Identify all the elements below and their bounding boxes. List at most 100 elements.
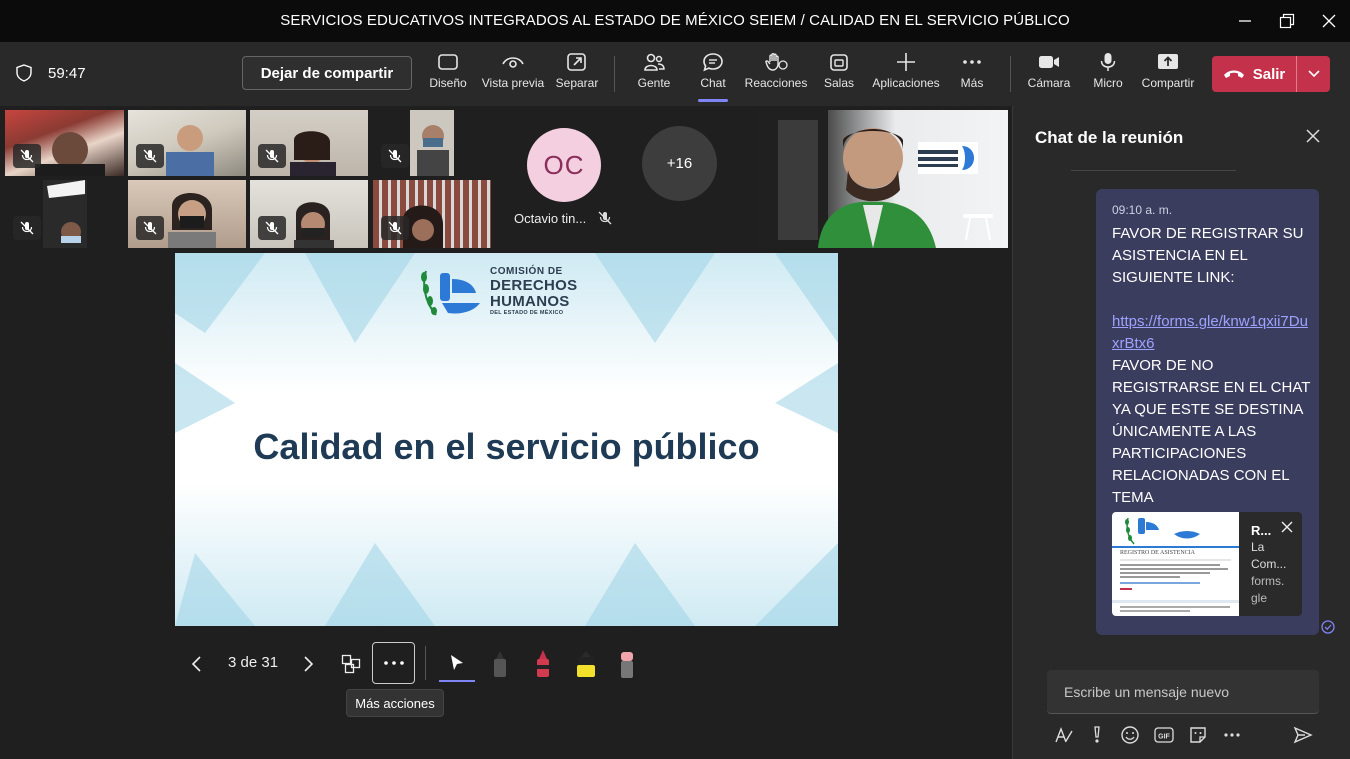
dove-logo-icon	[421, 270, 480, 316]
chevron-down-icon	[1307, 70, 1320, 78]
pen-tool-red[interactable]	[531, 646, 555, 682]
important-button[interactable]	[1085, 722, 1109, 748]
mic-off-icon	[265, 221, 279, 235]
sticker-button[interactable]	[1185, 722, 1211, 748]
muted-mic-indicator	[13, 216, 41, 240]
eraser-tool[interactable]	[615, 646, 639, 682]
format-button[interactable]	[1051, 722, 1077, 748]
more-actions-button[interactable]	[372, 642, 415, 684]
next-slide-button[interactable]	[297, 646, 321, 682]
chat-button[interactable]: Chat	[696, 52, 730, 102]
window-title: SERVICIOS EDUCATIVOS INTEGRADOS AL ESTAD…	[280, 12, 1070, 29]
restore-icon	[1279, 13, 1295, 29]
participant-video-tile[interactable]	[250, 110, 368, 176]
close-window-button[interactable]	[1316, 8, 1342, 34]
minimize-button[interactable]	[1232, 8, 1258, 34]
slide-grid-button[interactable]	[338, 646, 364, 682]
registration-link[interactable]: https://forms.gle/knw1qxii7DuxrBtx6	[1112, 311, 1312, 355]
hang-up-icon	[1223, 70, 1244, 78]
plus-icon	[897, 53, 915, 71]
svg-text:GIF: GIF	[1158, 734, 1170, 741]
format-pen-icon	[1055, 727, 1073, 743]
highlighter-tool[interactable]	[573, 646, 599, 682]
leave-options-button[interactable]	[1296, 56, 1330, 92]
logo-line3: HUMANOS	[490, 293, 570, 310]
grid-view-icon	[341, 654, 361, 674]
people-button[interactable]: Gente	[636, 52, 672, 100]
more-dots-icon	[963, 60, 981, 64]
timer-value: 59:47	[48, 64, 86, 82]
muted-mic-indicator	[136, 216, 164, 240]
chat-panel: Chat de la reunión 09:10 a. m. FAVOR DE …	[1012, 106, 1350, 759]
logo-line4: DEL ESTADO DE MÉXICO	[490, 310, 564, 316]
popout-icon	[567, 53, 586, 71]
link-preview-desc-2: Com...	[1251, 557, 1287, 571]
apps-button[interactable]: Aplicaciones	[872, 52, 940, 100]
mic-off-icon	[20, 149, 34, 163]
more-button[interactable]: Más	[958, 52, 986, 100]
participant-video-tile[interactable]	[373, 110, 491, 176]
shared-presentation-slide[interactable]: COMISIÓN DE DERECHOS HUMANOS DEL ESTADO …	[175, 253, 838, 626]
layout-button[interactable]: Diseño	[429, 52, 467, 100]
participant-video-tile[interactable]	[5, 180, 124, 248]
presenter-video-tile[interactable]	[758, 110, 1008, 248]
more-participants-button[interactable]: +16	[642, 126, 717, 201]
raise-hand-icon	[765, 53, 788, 71]
mic-off-icon	[143, 221, 157, 235]
presenter-separator	[425, 646, 426, 680]
muted-mic-indicator	[258, 216, 286, 240]
participant-video-tile[interactable]	[373, 180, 491, 248]
close-chat-button[interactable]	[1305, 128, 1321, 149]
rooms-button[interactable]: Salas	[822, 52, 856, 100]
muted-mic-indicator	[258, 144, 286, 168]
camera-button[interactable]: Cámara	[1028, 52, 1070, 100]
share-button[interactable]: Compartir	[1140, 52, 1196, 100]
pointer-arrow-icon	[451, 655, 463, 670]
sticker-icon	[1190, 727, 1206, 743]
presenter-video	[758, 110, 993, 248]
microphone-icon	[1100, 53, 1116, 71]
previous-slide-button[interactable]	[184, 646, 208, 682]
participant-video-tile[interactable]	[250, 180, 368, 248]
chat-message-bubble[interactable]: 09:10 a. m. FAVOR DE REGISTRAR SU ASISTE…	[1096, 189, 1319, 635]
message-input[interactable]: Escribe un mensaje nuevo	[1047, 670, 1319, 714]
leave-button[interactable]: Salir	[1212, 56, 1296, 92]
mic-off-icon	[143, 149, 157, 163]
message-seen-indicator	[1321, 620, 1335, 639]
gif-button[interactable]: GIF	[1151, 722, 1177, 748]
popout-button[interactable]: Separar	[555, 52, 599, 100]
participant-video-tile[interactable]	[128, 110, 246, 176]
remove-preview-button[interactable]	[1280, 520, 1294, 539]
preview-button[interactable]: Vista previa	[480, 52, 546, 100]
participant-video-tile[interactable]	[5, 110, 124, 176]
message-body: FAVOR DE REGISTRAR SU ASISTENCIA EN EL S…	[1112, 223, 1312, 509]
maximize-button[interactable]	[1274, 8, 1300, 34]
pen-tool-black[interactable]	[488, 646, 512, 682]
logo-line1: COMISIÓN DE	[490, 266, 563, 277]
share-screen-icon	[1158, 54, 1178, 69]
muted-mic-indicator	[13, 144, 41, 168]
emoji-button[interactable]	[1117, 722, 1143, 748]
minimize-icon	[1239, 20, 1251, 22]
mic-button[interactable]: Micro	[1092, 52, 1124, 100]
chevron-right-icon	[304, 656, 314, 672]
reactions-button[interactable]: Reacciones	[745, 52, 807, 100]
title-bar: SERVICIOS EDUCATIVOS INTEGRADOS AL ESTAD…	[0, 0, 1350, 42]
chat-divider	[1071, 170, 1236, 171]
stop-sharing-button[interactable]: Dejar de compartir	[242, 56, 412, 90]
message-timestamp: 09:10 a. m.	[1112, 203, 1173, 217]
close-icon	[1281, 521, 1293, 533]
slide-page-counter: 3 de 31	[228, 654, 279, 671]
muted-mic-indicator	[598, 211, 612, 230]
people-icon	[644, 53, 665, 71]
leave-control: Salir	[1212, 56, 1330, 92]
chat-icon	[703, 53, 723, 72]
participant-video-tile[interactable]	[128, 180, 246, 248]
chat-title: Chat de la reunión	[1035, 128, 1184, 147]
link-preview-card[interactable]: REGISTRO DE ASISTENCIA R... La Com... fo…	[1112, 512, 1302, 616]
more-options-button[interactable]	[1219, 722, 1245, 748]
laser-pointer-tool[interactable]	[439, 646, 475, 682]
meeting-stage: COMISIÓN DE DERECHOS HUMANOS DEL ESTADO …	[0, 106, 1012, 759]
send-button[interactable]	[1289, 722, 1317, 748]
participant-avatar[interactable]: OC	[527, 128, 601, 202]
